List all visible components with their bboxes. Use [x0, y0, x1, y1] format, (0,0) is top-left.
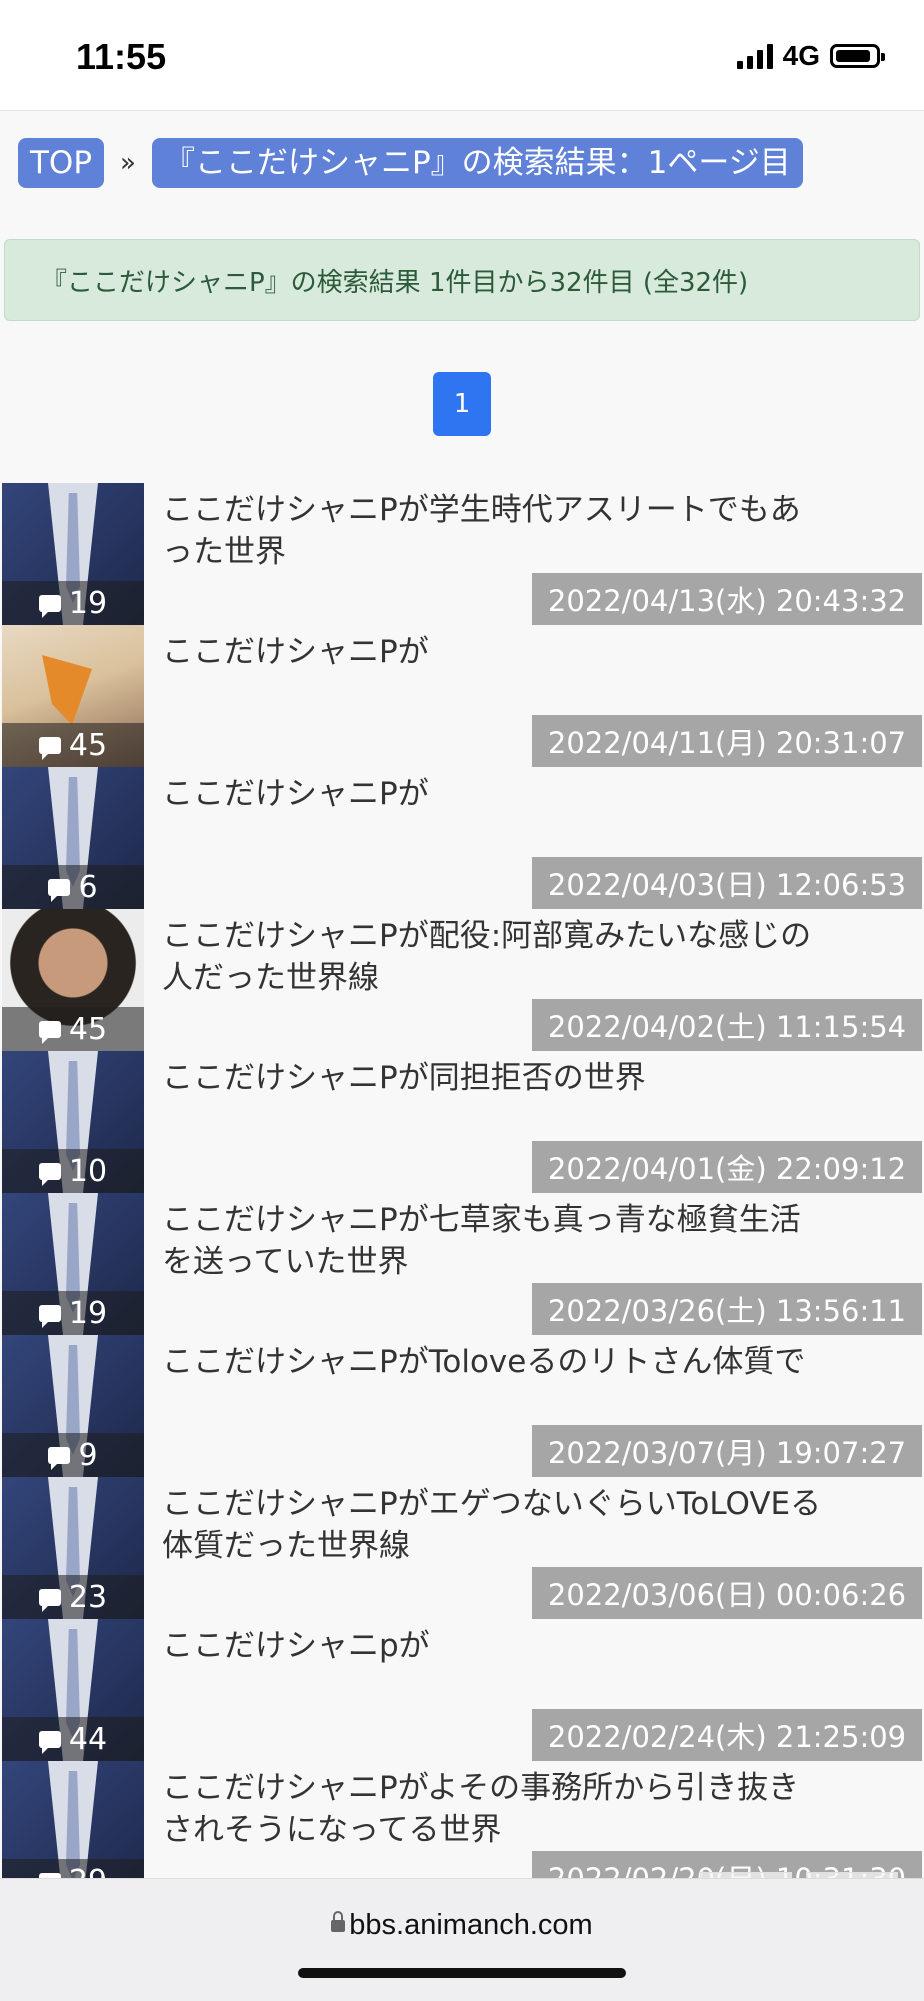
reply-count: 29: [2, 1859, 144, 1879]
reply-count: 45: [2, 723, 144, 767]
thread-title[interactable]: ここだけシャニPが学生時代アスリートでもあった世界: [162, 489, 822, 573]
thread-title[interactable]: ここだけシャニPがよその事務所から引き抜きされそうになってる世界: [162, 1767, 822, 1851]
thread-title[interactable]: ここだけシャニPが: [162, 631, 822, 673]
comment-icon: [48, 878, 71, 902]
reply-count: 19: [2, 581, 144, 625]
thread-item[interactable]: 10 ここだけシャニPが同担拒否の世界 2022/04/01(金) 22:09:12: [0, 1051, 924, 1193]
comment-icon: [38, 1304, 61, 1328]
thread-date: 2022/04/01(金) 22:09:12: [532, 1141, 922, 1193]
reply-count-value: 19: [68, 585, 108, 621]
network-label: 4G: [782, 40, 820, 71]
reply-count: 9: [2, 1433, 144, 1477]
breadcrumb-separator: »: [120, 148, 136, 178]
comment-icon: [38, 1730, 61, 1754]
result-summary: 『ここだけシャニP』の検索結果 1件目から32件目 (全32件): [4, 239, 920, 321]
thread-date: 2022/04/02(土) 11:15:54: [532, 999, 922, 1051]
status-time: 11:55: [76, 36, 167, 77]
thread-item[interactable]: 45 ここだけシャニPが配役:阿部寛みたいな感じの人だった世界線 2022/04/0…: [0, 909, 924, 1051]
web-page: TOP » 『ここだけシャニP』の検索結果：1ページ目 『ここだけシャニP』の検…: [0, 110, 924, 1879]
url-text: bbs.animanch.com: [349, 1909, 593, 1941]
reply-count-value: 29: [69, 1864, 107, 1880]
thread-title[interactable]: ここだけシャニPがエゲつないぐらいToLOVEる体質だった世界線: [162, 1483, 822, 1567]
signal-icon: [736, 43, 773, 69]
lock-icon: [331, 1911, 346, 1933]
reply-count-value: 23: [68, 1579, 108, 1615]
comment-icon: [38, 736, 61, 760]
url-display[interactable]: bbs.animanch.com: [0, 1909, 924, 1942]
thread-item[interactable]: 23 ここだけシャニPがエゲつないぐらいToLOVEる体質だった世界線 2022/0…: [0, 1477, 924, 1619]
breadcrumb-current[interactable]: 『ここだけシャニP』の検索結果：1ページ目: [151, 138, 803, 188]
reply-count: 6: [2, 865, 144, 909]
thread-title[interactable]: ここだけシャニPが七草家も真っ青な極貧生活を送っていた世界: [162, 1199, 822, 1283]
battery-icon: [830, 44, 885, 68]
reply-count: 19: [2, 1291, 144, 1335]
reply-count-value: 9: [78, 1437, 98, 1473]
comment-icon: [38, 1162, 61, 1186]
thread-item[interactable]: 44 ここだけシャニpが 2022/02/24(木) 21:25:09: [0, 1619, 924, 1761]
thread-date: 2022/03/26(土) 13:56:11: [532, 1283, 922, 1335]
thread-list: 19 ここだけシャニPが学生時代アスリートでもあった世界 2022/04/13(水)…: [0, 483, 924, 1879]
breadcrumb-top-link[interactable]: TOP: [18, 138, 105, 188]
thread-title[interactable]: ここだけシャニPが: [162, 773, 822, 815]
comment-icon: [38, 1588, 61, 1612]
breadcrumb: TOP » 『ここだけシャニP』の検索結果：1ページ目: [18, 138, 803, 188]
reply-count-value: 6: [78, 869, 98, 905]
reply-count-value: 45: [68, 1011, 108, 1047]
status-indicators: 4G: [736, 40, 885, 72]
reply-count: 23: [2, 1575, 144, 1619]
thread-date: 2022/02/24(木) 21:25:09: [532, 1709, 922, 1761]
thread-item[interactable]: 19 ここだけシャニPが七草家も真っ青な極貧生活を送っていた世界 2022/03/2…: [0, 1193, 924, 1335]
thread-title[interactable]: ここだけシャニPが同担拒否の世界: [162, 1057, 822, 1099]
comment-icon: [38, 1020, 61, 1044]
reply-count: 44: [2, 1717, 144, 1761]
thread-title[interactable]: ここだけシャニPが配役:阿部寛みたいな感じの人だった世界線: [162, 915, 822, 999]
thread-item[interactable]: 29ここだけシャニPがよその事務所から引き抜きされそうになってる世界2022/0…: [0, 1761, 924, 1879]
reply-count-value: 19: [68, 1295, 108, 1331]
reply-count-value: 10: [68, 1153, 108, 1189]
thread-title[interactable]: ここだけシャニpが: [162, 1625, 822, 1667]
comment-icon: [38, 594, 61, 618]
home-indicator[interactable]: [298, 1968, 626, 1978]
thread-date: 2022/04/11(月) 20:31:07: [532, 715, 922, 767]
reply-count: 10: [2, 1149, 144, 1193]
thread-date: 2022/03/07(月) 19:07:27: [532, 1425, 922, 1477]
page-1-button[interactable]: 1: [433, 372, 491, 436]
reply-count-value: 44: [68, 1721, 108, 1757]
thread-item[interactable]: 45 ここだけシャニPが 2022/04/11(月) 20:31:07: [0, 625, 924, 767]
thread-date: 2022/03/06(日) 00:06:26: [532, 1567, 922, 1619]
thread-title[interactable]: ここだけシャニPがToloveるのリトさん体質で: [162, 1341, 822, 1383]
reply-count-value: 45: [68, 727, 108, 763]
thread-item[interactable]: 9 ここだけシャニPがToloveるのリトさん体質で 2022/03/07(月) 1…: [0, 1335, 924, 1477]
comment-icon: [48, 1446, 71, 1470]
thread-date: 2022/04/13(水) 20:43:32: [532, 573, 922, 625]
status-bar: 11:55 4G: [0, 0, 924, 110]
thread-date: 2022/04/03(日) 12:06:53: [532, 857, 922, 909]
thread-item[interactable]: 6 ここだけシャニPが 2022/04/03(日) 12:06:53: [0, 767, 924, 909]
address-bar[interactable]: bbs.animanch.com: [0, 1878, 924, 2001]
thread-item[interactable]: 19 ここだけシャニPが学生時代アスリートでもあった世界 2022/04/13(水)…: [0, 483, 924, 625]
result-summary-text: 『ここだけシャニP』の検索結果 1件目から32件目 (全32件): [41, 267, 749, 298]
reply-count: 45: [2, 1007, 144, 1051]
